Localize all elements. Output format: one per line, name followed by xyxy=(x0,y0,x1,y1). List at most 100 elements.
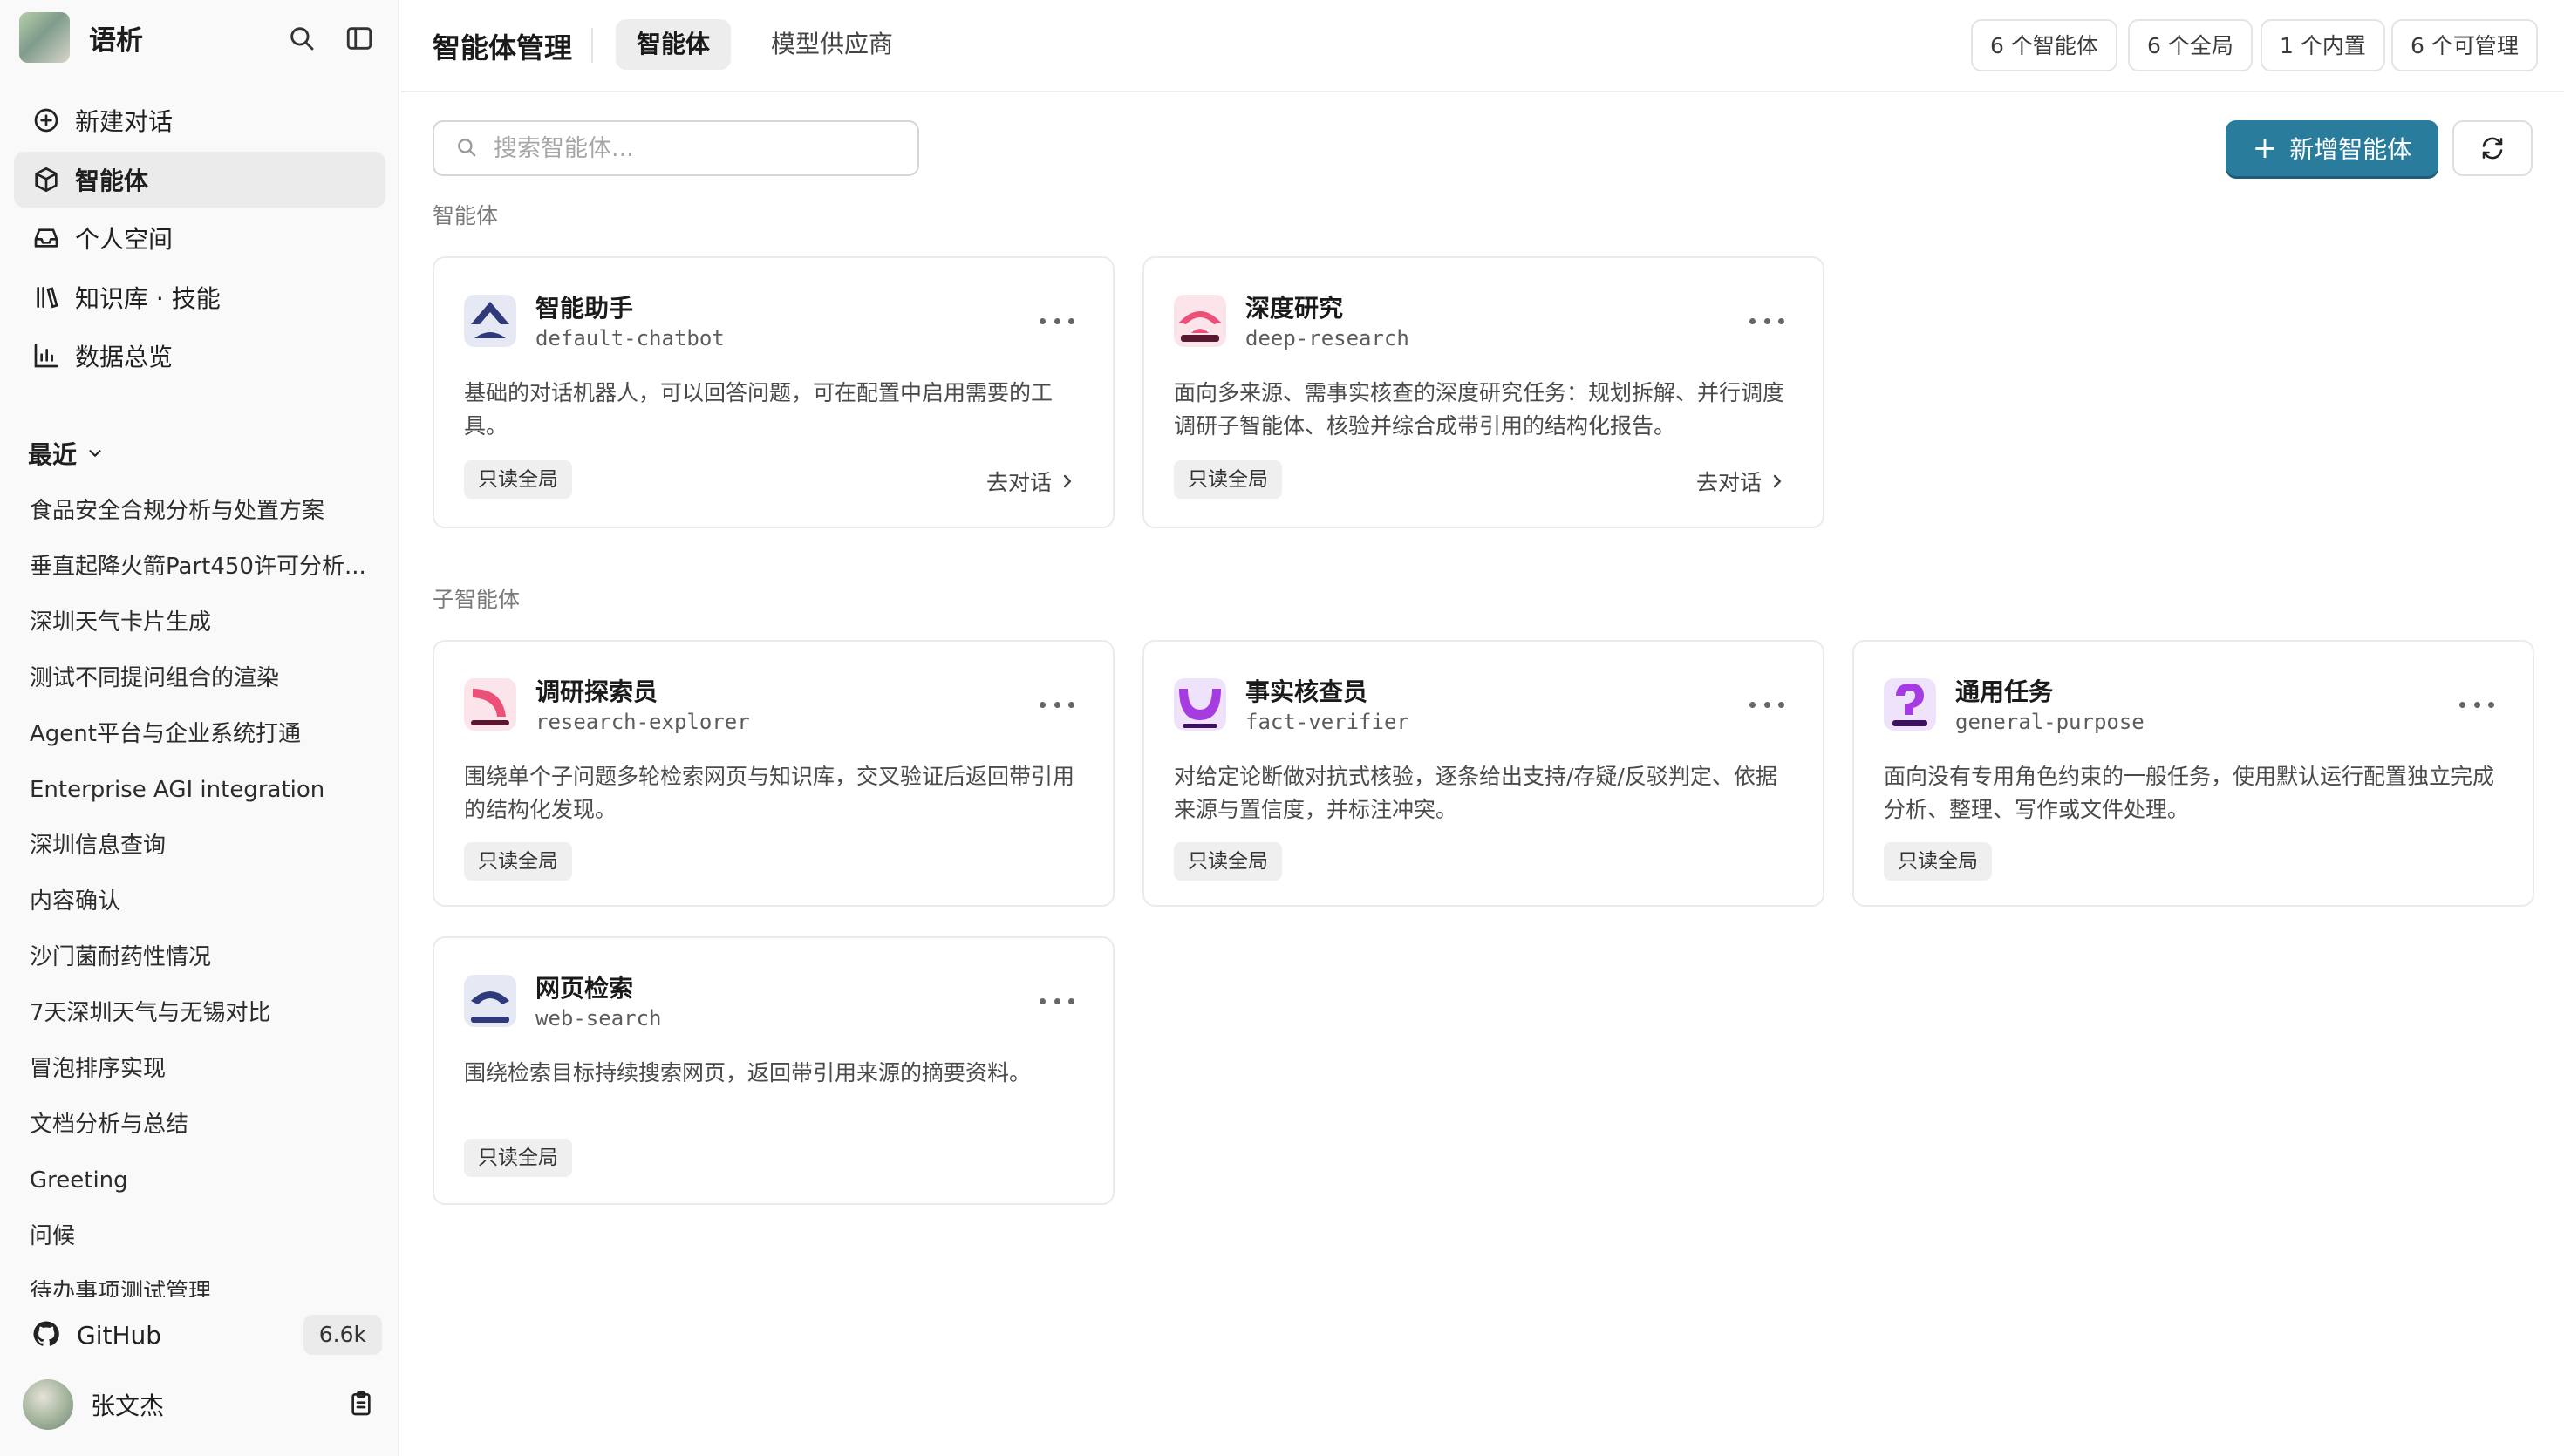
main-content: 智能体管理 智能体 模型供应商 6 个智能体 6 个全局 1 个内置 6 个可管… xyxy=(401,0,2564,1456)
recent-conversation-item[interactable]: 文档分析与总结 xyxy=(30,1097,370,1153)
github-label: GitHub xyxy=(77,1320,162,1350)
agent-name: 智能助手 xyxy=(535,294,634,323)
plus-icon: + xyxy=(2252,131,2278,166)
start-chat-label: 去对话 xyxy=(985,470,1052,495)
stat-agent-count: 6 个智能体 xyxy=(1971,19,2117,71)
recent-conversation-item[interactable]: Enterprise AGI integration xyxy=(30,762,370,818)
page-title: 智能体管理 xyxy=(433,31,573,65)
search-icon[interactable] xyxy=(284,21,319,56)
agent-search xyxy=(433,120,919,176)
agent-slug: fact-verifier xyxy=(1245,710,1409,734)
sidebar: 语析 新建对话 智能体 个人空间 知识库 · 技能 数据总览 最近 食品安全合规… xyxy=(0,0,399,1456)
refresh-icon xyxy=(2479,135,2506,161)
agent-avatar xyxy=(1174,678,1226,731)
subagent-card[interactable]: 网页检索 web-search 围绕检索目标持续搜索网页，返回带引用来源的摘要资… xyxy=(433,936,1115,1205)
sidebar-item-label: 新建对话 xyxy=(75,107,174,136)
recent-conversation-item[interactable]: 食品安全合规分析与处置方案 xyxy=(30,483,370,539)
sidebar-nav: 新建对话 智能体 个人空间 知识库 · 技能 数据总览 xyxy=(14,92,385,387)
cube-icon xyxy=(31,165,61,194)
agent-avatar xyxy=(464,678,516,731)
agent-slug: web-search xyxy=(535,1006,662,1031)
stat-global-count: 6 个全局 xyxy=(2128,19,2253,71)
user-profile[interactable]: 张文杰 xyxy=(23,1378,380,1432)
github-icon xyxy=(31,1319,63,1351)
chevron-right-icon xyxy=(1063,474,1072,488)
recent-conversation-item[interactable]: 深圳天气卡片生成 xyxy=(30,595,370,650)
recent-conversation-item[interactable]: 待办事项测试管理 xyxy=(30,1264,370,1297)
recent-conversation-item[interactable]: 沙门菌耐药性情况 xyxy=(30,929,370,985)
inbox-icon xyxy=(31,223,61,253)
clipboard-icon[interactable] xyxy=(347,1390,377,1419)
sidebar-item-dashboard[interactable]: 数据总览 xyxy=(14,328,385,384)
agent-avatar xyxy=(1884,678,1936,731)
section-label-agents: 智能体 xyxy=(433,203,499,228)
recent-toggle[interactable]: 最近 xyxy=(28,436,105,471)
recent-conversation-item[interactable]: 深圳信息查询 xyxy=(30,818,370,874)
more-icon[interactable] xyxy=(1040,694,1074,715)
section-label-subagents: 子智能体 xyxy=(433,587,521,612)
recent-label: 最近 xyxy=(28,440,78,469)
recent-conversation-item[interactable]: 冒泡排序实现 xyxy=(30,1041,370,1097)
agent-slug: default-chatbot xyxy=(535,326,725,350)
agent-description: 基础的对话机器人，可以回答问题，可在配置中启用需要的工具。 xyxy=(464,380,1054,439)
recent-conversation-item[interactable]: 测试不同提问组合的渲染 xyxy=(30,650,370,706)
start-chat-link[interactable]: 去对话 xyxy=(986,466,1074,497)
search-input[interactable] xyxy=(494,134,912,162)
subagent-card[interactable]: 调研探索员 research-explorer 围绕单个子问题多轮检索网页与知识… xyxy=(433,640,1115,907)
sidebar-item-knowledge[interactable]: 知识库 · 技能 xyxy=(14,269,385,325)
recent-conversation-list: 食品安全合规分析与处置方案 垂直起降火箭Part450许可分析... 深圳天气卡… xyxy=(30,483,370,1297)
more-icon[interactable] xyxy=(1040,990,1074,1011)
agent-card[interactable]: 智能助手 default-chatbot 基础的对话机器人，可以回答问题，可在配… xyxy=(433,256,1115,528)
sidebar-item-personal-space[interactable]: 个人空间 xyxy=(14,210,385,266)
stat-builtin-count: 1 个内置 xyxy=(2261,19,2385,71)
add-agent-button[interactable]: + 新增智能体 xyxy=(2226,120,2438,176)
start-chat-label: 去对话 xyxy=(1695,470,1762,495)
github-link[interactable]: GitHub 6.6k xyxy=(14,1308,385,1362)
brand[interactable]: 语析 xyxy=(19,12,143,63)
agent-name: 网页检索 xyxy=(535,974,634,1003)
recent-conversation-item[interactable]: Greeting xyxy=(30,1153,370,1208)
agent-description: 围绕检索目标持续搜索网页，返回带引用来源的摘要资料。 xyxy=(464,1060,1032,1085)
agent-name: 事实核查员 xyxy=(1245,677,1368,706)
more-icon[interactable] xyxy=(1040,310,1074,331)
readonly-global-badge: 只读全局 xyxy=(1174,460,1282,499)
tab-agents[interactable]: 智能体 xyxy=(616,19,732,70)
readonly-global-badge: 只读全局 xyxy=(1174,842,1282,881)
readonly-global-badge: 只读全局 xyxy=(464,460,572,499)
plus-circle-icon xyxy=(31,105,61,135)
agent-description: 围绕单个子问题多轮检索网页与知识库，交叉验证后返回带引用的结构化发现。 xyxy=(464,764,1075,822)
agent-slug: deep-research xyxy=(1245,326,1409,350)
library-icon xyxy=(31,282,61,312)
user-name: 张文杰 xyxy=(91,1391,165,1420)
page-header: 智能体管理 智能体 模型供应商 6 个智能体 6 个全局 1 个内置 6 个可管… xyxy=(401,0,2564,92)
brand-name: 语析 xyxy=(89,24,143,57)
search-icon xyxy=(455,136,480,160)
agent-name: 深度研究 xyxy=(1245,294,1344,323)
subagent-card[interactable]: 事实核查员 fact-verifier 对给定论断做对抗式核验，逐条给出支持/存… xyxy=(1142,640,1824,907)
tab-model-providers[interactable]: 模型供应商 xyxy=(750,19,914,70)
sidebar-item-agents[interactable]: 智能体 xyxy=(14,151,385,208)
agent-name: 通用任务 xyxy=(1955,677,2054,706)
chevron-down-icon xyxy=(85,444,105,463)
recent-conversation-item[interactable]: Agent平台与企业系统打通 xyxy=(30,706,370,762)
agent-description: 面向多来源、需事实核查的深度研究任务：规划拆解、并行调度调研子智能体、核验并综合… xyxy=(1174,380,1785,439)
sidebar-item-new-chat[interactable]: 新建对话 xyxy=(14,92,385,148)
stat-manageable-count: 6 个可管理 xyxy=(2391,19,2538,71)
sidebar-toggle-icon[interactable] xyxy=(342,21,377,56)
sidebar-item-label: 知识库 · 技能 xyxy=(75,283,221,313)
subagent-card[interactable]: 通用任务 general-purpose 面向没有专用角色约束的一般任务，使用默… xyxy=(1852,640,2534,907)
recent-conversation-item[interactable]: 垂直起降火箭Part450许可分析... xyxy=(30,539,370,595)
refresh-button[interactable] xyxy=(2452,120,2533,176)
bar-chart-icon xyxy=(31,341,61,371)
more-icon[interactable] xyxy=(2459,694,2494,715)
agent-name: 调研探索员 xyxy=(535,677,658,706)
start-chat-link[interactable]: 去对话 xyxy=(1696,466,1784,497)
more-icon[interactable] xyxy=(1749,694,1784,715)
recent-conversation-item[interactable]: 7天深圳天气与无锡对比 xyxy=(30,985,370,1041)
sidebar-item-label: 数据总览 xyxy=(75,343,174,371)
agent-avatar xyxy=(464,975,516,1027)
recent-conversation-item[interactable]: 问候 xyxy=(30,1208,370,1264)
more-icon[interactable] xyxy=(1749,310,1784,331)
recent-conversation-item[interactable]: 内容确认 xyxy=(30,874,370,929)
agent-card[interactable]: 深度研究 deep-research 面向多来源、需事实核查的深度研究任务：规划… xyxy=(1142,256,1824,528)
